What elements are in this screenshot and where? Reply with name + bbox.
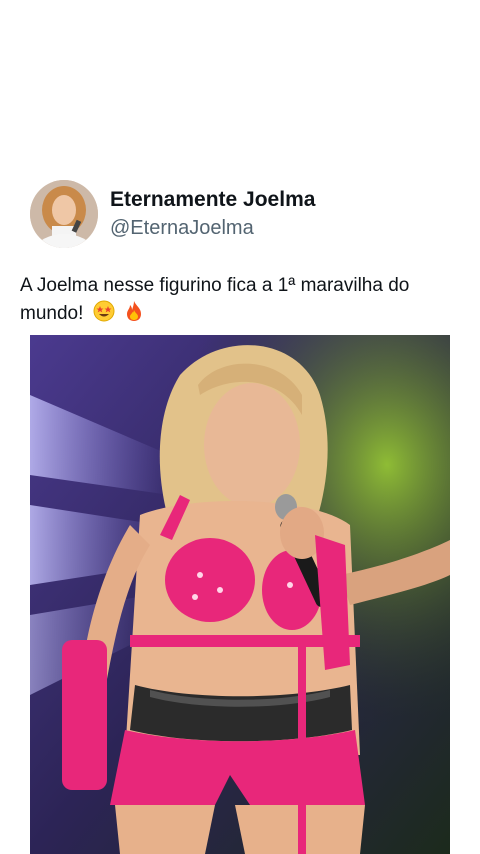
display-name[interactable]: Eternamente Joelma bbox=[110, 187, 315, 213]
user-block: Eternamente Joelma @EternaJoelma bbox=[110, 187, 315, 241]
star-struck-emoji-icon bbox=[93, 300, 115, 331]
tweet-text-body: A Joelma nesse figurino fica a 1ª maravi… bbox=[20, 275, 410, 324]
tweet-media-photo[interactable] bbox=[30, 335, 450, 854]
avatar-image bbox=[30, 180, 98, 248]
avatar[interactable] bbox=[30, 180, 98, 248]
tweet-header: Eternamente Joelma @EternaJoelma bbox=[30, 180, 315, 248]
concert-photo bbox=[30, 335, 450, 854]
fire-emoji-icon bbox=[124, 300, 144, 331]
tweet-text: A Joelma nesse figurino fica a 1ª maravi… bbox=[20, 272, 460, 331]
tweet-screenshot: Eternamente Joelma @EternaJoelma A Joelm… bbox=[0, 0, 480, 854]
user-handle[interactable]: @EternaJoelma bbox=[110, 215, 315, 241]
